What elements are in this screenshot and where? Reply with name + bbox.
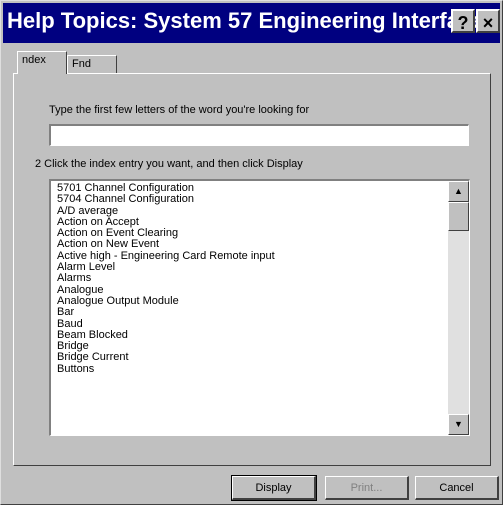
list-item[interactable]: Buttons [57,364,443,375]
index-listbox[interactable]: 5701 Channel Configuration 5704 Channel … [49,179,470,436]
list-item[interactable]: Action on Event Clearing [57,228,443,239]
arrow-down-icon: ▼ [454,419,463,429]
help-button[interactable]: ? [451,9,475,33]
scroll-thumb[interactable] [448,202,469,231]
step1-label: Type the first few letters of the word y… [49,104,310,116]
step2-label: 2 Click the index entry you want, and th… [35,158,303,170]
print-button-label: Print... [350,482,383,494]
arrow-up-icon: ▲ [454,186,463,196]
cancel-button[interactable]: Cancel [415,476,499,500]
list-item[interactable]: Baud [57,319,443,330]
list-item[interactable]: 5701 Channel Configuration [57,183,443,194]
list-item[interactable]: Beam Blocked [57,330,443,341]
window-title: Help Topics: System 57 Engineering Inter… [7,8,484,33]
display-button[interactable]: Display [231,475,317,501]
list-item[interactable]: A/D average [57,206,443,217]
list-item[interactable]: Active high - Engineering Card Remote in… [57,251,443,262]
tab-find[interactable]: Fnd [67,55,117,74]
list-item[interactable]: Action on Accept [57,217,443,228]
close-button[interactable]: × [476,9,500,33]
list-item[interactable]: Alarm Level [57,262,443,273]
scroll-up-button[interactable]: ▲ [448,181,469,202]
list-item[interactable]: 5704 Channel Configuration [57,194,443,205]
print-button[interactable]: Print... [325,476,409,500]
search-input[interactable] [49,124,469,146]
list-item[interactable]: Bar [57,307,443,318]
title-bar[interactable]: Help Topics: System 57 Engineering Inter… [3,3,500,43]
cancel-button-label: Cancel [439,482,474,494]
scroll-down-button[interactable]: ▼ [448,414,469,435]
help-topics-window: Help Topics: System 57 Engineering Inter… [0,0,503,505]
index-list: 5701 Channel Configuration 5704 Channel … [57,183,443,375]
list-item[interactable]: Bridge [57,341,443,352]
list-item[interactable]: Analogue [57,285,443,296]
tab-index[interactable]: ndex [17,51,67,74]
tab-find-label: Fnd [72,58,91,70]
tab-index-label: ndex [22,54,46,66]
list-item[interactable]: Analogue Output Module [57,296,443,307]
list-item[interactable]: Alarms [57,273,443,284]
list-item[interactable]: Bridge Current [57,352,443,363]
vertical-scrollbar[interactable]: ▲ ▼ [448,181,469,435]
display-button-label: Display [255,482,292,494]
list-item[interactable]: Action on New Event [57,239,443,250]
